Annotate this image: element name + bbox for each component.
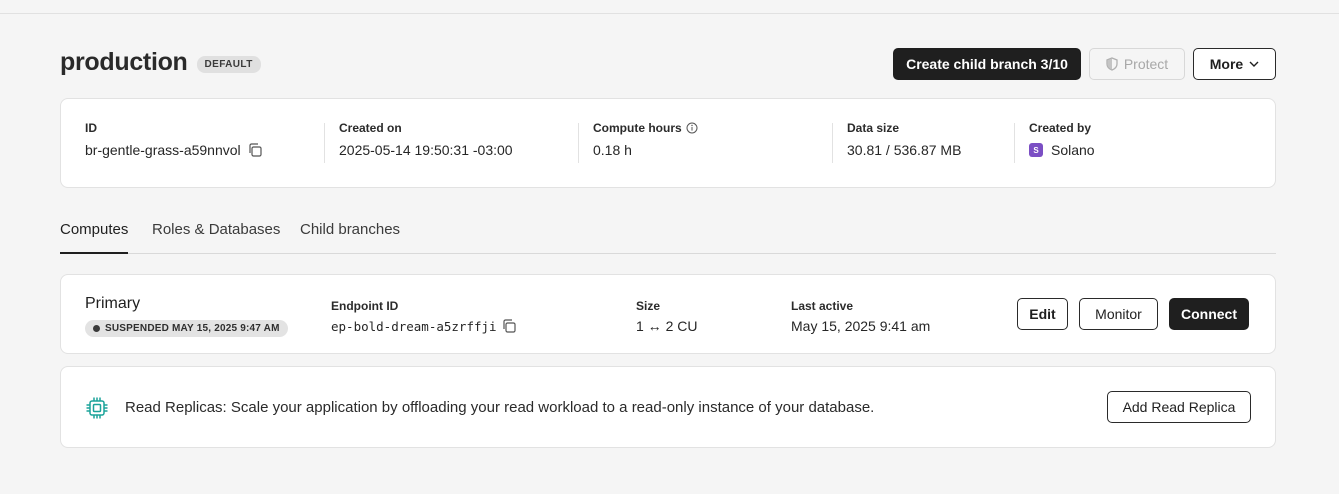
branch-info-card: ID br-gentle-grass-a59nnvol Created on 2… (60, 98, 1276, 188)
data-size-value: 30.81 / 536.87 MB (847, 142, 962, 158)
branch-name: production (60, 48, 188, 76)
divider (578, 123, 579, 163)
created-by-label: Created by (1029, 121, 1092, 135)
compute-title: Primary (85, 295, 141, 312)
size-value: 1 ↔ 2 CU (636, 318, 698, 334)
copy-icon[interactable] (501, 318, 517, 334)
create-child-branch-button[interactable]: Create child branch 3/10 (893, 48, 1081, 80)
status-badge: SUSPENDED MAY 15, 2025 9:47 AM (85, 320, 288, 337)
branch-tabs: Computes Roles & Databases Child branche… (60, 221, 1276, 254)
compute-hours-label: Compute hours (593, 121, 682, 135)
created-by-field: Created by S Solano (1029, 121, 1095, 158)
edit-button[interactable]: Edit (1017, 298, 1068, 330)
add-read-replica-button[interactable]: Add Read Replica (1107, 391, 1251, 423)
more-label: More (1209, 56, 1244, 72)
protect-button[interactable]: Protect (1089, 48, 1185, 80)
data-size-label: Data size (847, 121, 900, 135)
created-on-field: Created on 2025-05-14 19:50:31 -03:00 (339, 121, 513, 158)
id-label: ID (85, 121, 97, 135)
compute-actions: Edit Monitor Connect (1017, 298, 1249, 330)
chevron-down-icon (1249, 61, 1259, 67)
status-dot-icon (93, 325, 100, 332)
connect-button[interactable]: Connect (1169, 298, 1249, 330)
info-icon[interactable] (686, 122, 698, 134)
divider (832, 123, 833, 163)
monitor-button[interactable]: Monitor (1079, 298, 1158, 330)
compute-card: Primary SUSPENDED MAY 15, 2025 9:47 AM E… (60, 274, 1276, 354)
status-text: SUSPENDED MAY 15, 2025 9:47 AM (105, 323, 280, 334)
endpoint-value: ep-bold-dream-a5zrffji (331, 318, 497, 334)
create-child-branch-label: Create child branch 3/10 (906, 56, 1068, 72)
compute-hours-field: Compute hours 0.18 h (593, 121, 698, 158)
shield-icon (1106, 57, 1118, 71)
avatar: S (1029, 143, 1043, 157)
created-on-label: Created on (339, 121, 402, 135)
endpoint-field: Endpoint ID ep-bold-dream-a5zrffji (331, 299, 517, 334)
tab-roles-databases[interactable]: Roles & Databases (152, 221, 280, 254)
more-button[interactable]: More (1193, 48, 1276, 80)
last-active-field: Last active May 15, 2025 9:41 am (791, 299, 930, 334)
id-field: ID br-gentle-grass-a59nnvol (85, 121, 263, 158)
created-by-value: Solano (1051, 142, 1095, 158)
chip-icon (85, 396, 109, 425)
endpoint-label: Endpoint ID (331, 299, 399, 313)
divider (324, 123, 325, 163)
top-divider (0, 13, 1339, 14)
header-actions: Create child branch 3/10 Protect More (893, 48, 1276, 80)
read-replicas-text: Read Replicas: Scale your application by… (125, 399, 875, 416)
id-value: br-gentle-grass-a59nnvol (85, 142, 241, 158)
tab-child-branches[interactable]: Child branches (300, 221, 400, 254)
protect-label: Protect (1123, 56, 1169, 72)
last-active-label: Last active (791, 299, 854, 313)
read-replicas-card: Read Replicas: Scale your application by… (60, 366, 1276, 448)
last-active-value: May 15, 2025 9:41 am (791, 318, 931, 334)
default-badge: DEFAULT (196, 56, 261, 73)
divider (1014, 123, 1015, 163)
size-field: Size 1 ↔ 2 CU (636, 299, 697, 334)
created-on-value: 2025-05-14 19:50:31 -03:00 (339, 142, 513, 158)
compute-hours-value: 0.18 h (593, 142, 632, 158)
copy-icon[interactable] (247, 142, 263, 158)
tab-computes[interactable]: Computes (60, 221, 129, 254)
data-size-field: Data size 30.81 / 536.87 MB (847, 121, 961, 158)
size-label: Size (636, 299, 661, 313)
branch-header: production DEFAULT (60, 48, 261, 77)
